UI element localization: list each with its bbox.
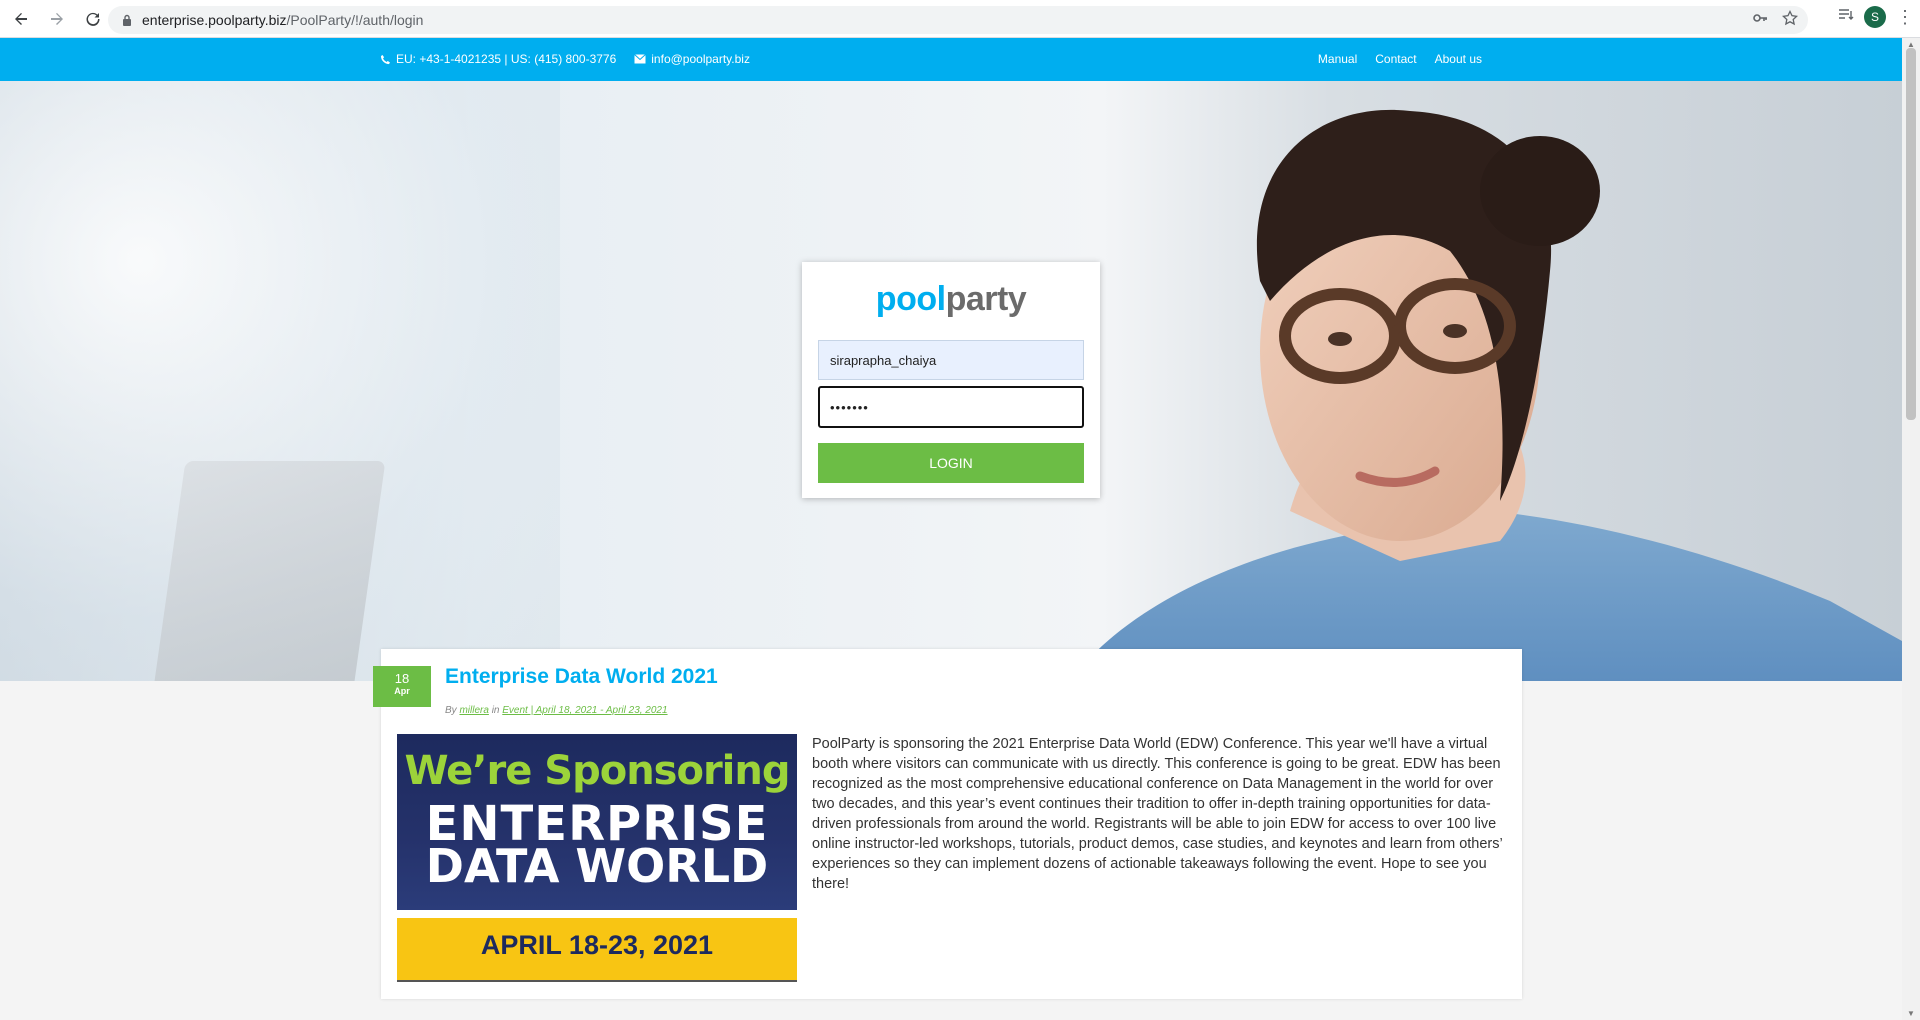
scroll-down-arrow-icon[interactable]: ▼ xyxy=(1906,1009,1916,1018)
username-input[interactable] xyxy=(818,340,1084,380)
password-input[interactable] xyxy=(818,386,1084,428)
phone-text: EU: +43-1-4021235 | US: (415) 800-3776 xyxy=(396,52,617,66)
forward-icon[interactable] xyxy=(42,4,72,34)
browser-toolbar: enterprise.poolparty.biz/PoolParty/!/aut… xyxy=(0,0,1920,38)
login-panel: poolparty LOGIN xyxy=(802,262,1100,498)
menu-item-contact[interactable]: Contact xyxy=(1375,52,1416,66)
logo-pool-text: pool xyxy=(875,280,946,318)
login-button[interactable]: LOGIN xyxy=(818,443,1084,483)
profile-avatar[interactable]: S xyxy=(1864,6,1886,28)
back-icon[interactable] xyxy=(6,4,36,34)
poolparty-logo: poolparty xyxy=(802,280,1100,319)
key-icon[interactable] xyxy=(1752,10,1768,29)
envelope-icon xyxy=(634,54,647,64)
star-icon[interactable] xyxy=(1781,9,1799,29)
menu-item-manual[interactable]: Manual xyxy=(1318,52,1357,66)
banner-underline xyxy=(397,980,797,982)
category-link[interactable]: Event | April 18, 2021 - April 23, 2021 xyxy=(502,705,667,716)
menu-item-about-us[interactable]: About us xyxy=(1435,52,1482,66)
hero-woman-photo xyxy=(1070,109,1902,681)
banner-data-world-text: DATA WORLD xyxy=(425,839,769,893)
url-path: /PoolParty/!/auth/login xyxy=(286,12,424,28)
date-month: Apr xyxy=(394,686,410,696)
news-article: 18 Apr Enterprise Data World 2021 By mil… xyxy=(373,649,1522,999)
sponsor-banner-image[interactable]: We’re Sponsoring ENTERPRISE DATA WORLD A… xyxy=(397,734,797,982)
hero-monitor-shape xyxy=(154,461,386,681)
site-topbar: EU: +43-1-4021235 | US: (415) 800-3776 i… xyxy=(0,38,1902,81)
email-text: info@poolparty.biz xyxy=(651,52,750,66)
banner-dates-text: APRIL 18-23, 2021 xyxy=(480,930,714,960)
logo-party-text: party xyxy=(945,280,1027,318)
email-contact[interactable]: info@poolparty.biz xyxy=(634,52,750,66)
address-bar[interactable]: enterprise.poolparty.biz/PoolParty/!/aut… xyxy=(108,6,1808,34)
banner-top: We’re Sponsoring ENTERPRISE DATA WORLD xyxy=(397,734,797,910)
phone-contact: EU: +43-1-4021235 | US: (415) 800-3776 xyxy=(380,52,616,66)
article-title[interactable]: Enterprise Data World 2021 xyxy=(445,665,718,689)
browser-menu-icon[interactable]: ⋮ xyxy=(1896,7,1914,28)
article-meta: By millera in Event | April 18, 2021 - A… xyxy=(445,705,668,716)
date-badge: 18 Apr xyxy=(373,666,431,707)
page-scrollbar[interactable]: ▲ ▼ xyxy=(1902,38,1920,1020)
article-body: PoolParty is sponsoring the 2021 Enterpr… xyxy=(812,736,1503,892)
top-menu: Manual Contact About us xyxy=(1318,52,1482,66)
lock-icon xyxy=(122,14,132,26)
scrollbar-thumb[interactable] xyxy=(1906,48,1916,420)
url-host: enterprise.poolparty.biz xyxy=(142,12,287,28)
phone-icon xyxy=(380,54,391,64)
meta-in: in xyxy=(491,705,500,716)
date-day: 18 xyxy=(394,671,410,686)
author-link[interactable]: millera xyxy=(459,705,488,716)
banner-sponsoring-text: We’re Sponsoring xyxy=(404,748,790,794)
reload-icon[interactable] xyxy=(78,4,108,34)
meta-by: By xyxy=(445,705,457,716)
reading-list-icon[interactable] xyxy=(1838,7,1854,28)
